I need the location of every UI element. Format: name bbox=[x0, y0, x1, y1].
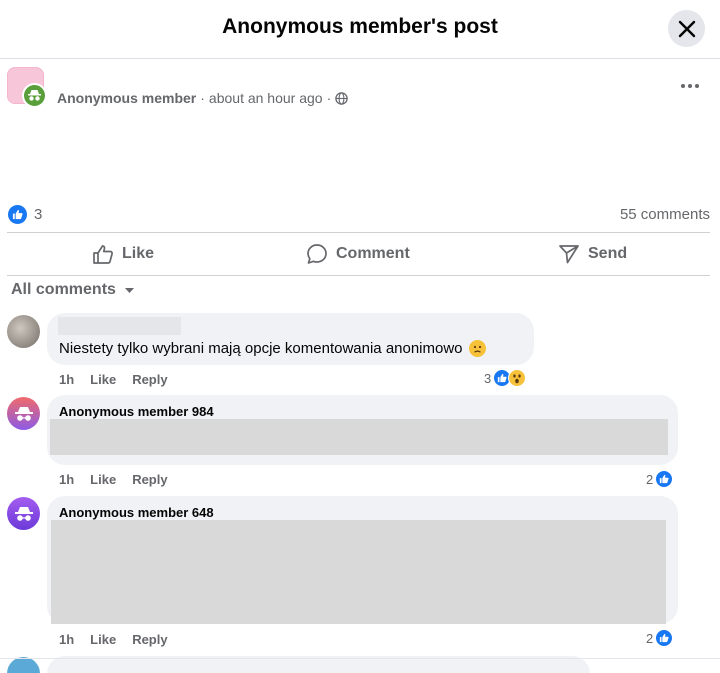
comments-sort-dropdown[interactable]: All comments bbox=[11, 281, 135, 299]
post-time[interactable]: about an hour ago bbox=[209, 90, 323, 106]
send-button[interactable]: Send bbox=[558, 240, 627, 268]
anonymous-icon bbox=[14, 406, 33, 421]
comment-reply-button[interactable]: Reply bbox=[132, 472, 167, 487]
comment-actions: 1h Like Reply bbox=[59, 632, 168, 647]
globe-icon bbox=[335, 91, 348, 105]
comment-time: 1h bbox=[59, 372, 75, 387]
sad-emoji bbox=[468, 340, 486, 357]
page-title: Anonymous member's post bbox=[222, 15, 498, 38]
send-icon bbox=[559, 245, 579, 264]
reaction-count: 2 bbox=[646, 630, 654, 646]
comment-bubble: Niestety tylko wybrani mają opcje koment… bbox=[47, 313, 534, 365]
comment-bubble: Anonymous member 648 bbox=[47, 496, 678, 624]
like-icon bbox=[93, 244, 113, 264]
reaction-count: 3 bbox=[484, 370, 492, 386]
anonymous-badge bbox=[22, 83, 47, 108]
divider bbox=[7, 275, 710, 276]
like-reaction-icon bbox=[655, 470, 674, 488]
redacted-comment-text bbox=[50, 419, 668, 455]
comment-reactions[interactable]: 2 bbox=[646, 629, 674, 647]
close-button[interactable] bbox=[668, 10, 705, 47]
meta-separator: · bbox=[200, 90, 205, 106]
comment-bubble: Anonymous member 984 bbox=[47, 395, 678, 465]
comment-like-button[interactable]: Like bbox=[90, 372, 116, 387]
more-icon bbox=[681, 84, 685, 88]
post-author[interactable]: Anonymous member bbox=[57, 90, 196, 106]
dialog-header: Anonymous member's post bbox=[0, 0, 720, 59]
like-count[interactable]: 3 bbox=[34, 206, 42, 223]
anonymous-avatar[interactable] bbox=[7, 497, 40, 530]
anonymous-icon bbox=[14, 506, 33, 521]
comment-text: Niestety tylko wybrani mają opcje koment… bbox=[59, 340, 486, 357]
comment-time: 1h bbox=[59, 472, 75, 487]
anonymous-icon bbox=[28, 90, 41, 101]
post-stats: 3 55 comments bbox=[8, 205, 710, 225]
like-button[interactable]: Like bbox=[92, 240, 154, 268]
comment-like-button[interactable]: Like bbox=[90, 632, 116, 647]
commenter-avatar[interactable] bbox=[7, 657, 40, 673]
like-reaction-icon bbox=[655, 629, 674, 647]
anonymous-avatar[interactable] bbox=[7, 397, 40, 430]
more-options-button[interactable] bbox=[678, 78, 702, 94]
like-button-label: Like bbox=[122, 245, 155, 262]
comment-reactions[interactable]: 2 bbox=[646, 470, 674, 488]
comment-actions: 1h Like Reply bbox=[59, 472, 168, 487]
comment-button-label: Comment bbox=[336, 245, 410, 262]
comment-icon bbox=[307, 244, 327, 264]
comment-author[interactable]: Anonymous member 984 bbox=[59, 404, 214, 419]
divider bbox=[7, 232, 710, 233]
footer-edge bbox=[0, 658, 720, 659]
like-reaction-icon[interactable] bbox=[8, 205, 27, 224]
post-meta: Anonymous member · about an hour ago · bbox=[57, 90, 348, 106]
comment-reactions[interactable]: 3 bbox=[484, 369, 527, 387]
sort-label: All comments bbox=[11, 281, 116, 298]
wow-icon bbox=[508, 369, 527, 387]
comment-like-button[interactable]: Like bbox=[90, 472, 116, 487]
meta-separator: · bbox=[326, 90, 332, 106]
close-icon bbox=[678, 20, 695, 37]
comment-reply-button[interactable]: Reply bbox=[132, 372, 167, 387]
commenter-avatar[interactable] bbox=[7, 315, 40, 348]
send-button-label: Send bbox=[588, 245, 628, 262]
reaction-count: 2 bbox=[646, 471, 654, 487]
comment-time: 1h bbox=[59, 632, 75, 647]
comment-button[interactable]: Comment bbox=[306, 240, 410, 268]
comment-count[interactable]: 55 comments bbox=[620, 206, 710, 223]
chevron-down-icon bbox=[124, 287, 134, 293]
comment-author[interactable]: Anonymous member 648 bbox=[59, 505, 214, 520]
redacted-author bbox=[58, 317, 181, 335]
redacted-comment-text bbox=[51, 520, 666, 624]
comment-reply-button[interactable]: Reply bbox=[132, 632, 167, 647]
comment-actions: 1h Like Reply bbox=[59, 372, 168, 387]
